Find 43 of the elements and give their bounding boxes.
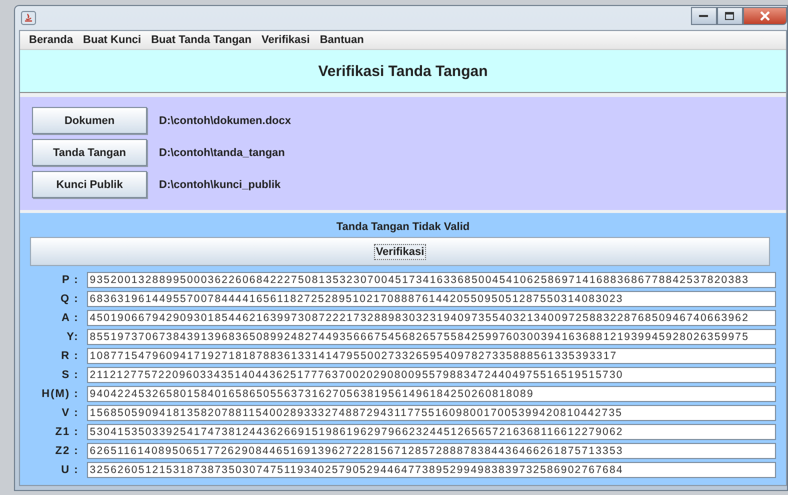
value-field[interactable]: 53041535033925417473812443626691519861962979662324451265657216368116612279062 [86,424,776,440]
verify-button[interactable]: Verifikasi [30,237,770,266]
value-field[interactable]: 85519737067384391396836508992482744935666754568265755842599760300394163688121939945928026359975 [86,329,776,345]
menu-item[interactable]: Verifikasi [256,34,315,46]
field-label: V : [60,407,80,419]
panel-heading: Verifikasi Tanda Tangan [20,50,786,93]
field-label: P : [60,274,80,286]
status-label: Tanda Tangan Tidak Valid [336,221,470,233]
field-label: U : [60,464,80,476]
field-label: Z1 : [54,426,80,438]
field-label: R : [60,350,80,362]
file-path: D:\contoh\dokumen.docx [159,114,291,126]
maximize-icon [725,12,735,20]
browse-button[interactable]: Tanda Tangan [32,139,147,166]
close-button[interactable] [743,7,787,25]
menu-item[interactable]: Bantuan [314,34,369,46]
value-field[interactable]: 1087715479609417192718187883613314147955002733265954097827335888561335393317 [86,348,776,364]
maximize-button[interactable] [717,7,743,25]
app-icon [21,11,36,25]
field-label: Q : [60,293,80,305]
close-icon [759,11,771,21]
browse-button[interactable]: Kunci Publik [32,171,147,198]
value-field[interactable]: 9404224532658015840165865055637316270563819561496184250260818089 [86,386,776,402]
menu-item[interactable]: Beranda [24,34,78,46]
field-label: H(M) : [40,388,80,400]
value-field[interactable]: 21121277572209603343514044362517776370020290800955798834724404975516519515730 [86,367,776,383]
menu-item[interactable]: Buat Kunci [78,34,146,46]
file-path: D:\contoh\tanda_tangan [159,146,285,158]
field-label: S : [60,369,80,381]
value-field[interactable]: 45019066794290930185446216399730872221732889830323194097355403213400972588322876850946740663962 [86,310,776,326]
field-label: Y: [66,331,80,343]
menu-item[interactable]: Buat Tanda Tangan [146,34,257,46]
field-label: A : [60,312,80,324]
value-field[interactable]: 32562605121531873873503074751193402579052944647738952994983839732586902767684 [86,462,776,478]
value-field[interactable]: 93520013288995000362260684222750813532307004517341633685004541062586971416883686778842537820383 [86,272,776,288]
file-path: D:\contoh\kunci_publik [159,178,281,190]
value-field[interactable]: 62651161408950651772629084465169139627228156712857288878384436466261875713353 [86,443,776,459]
value-field[interactable]: 15685059094181358207881154002893332748872943117755160980017005399420810442735 [86,405,776,421]
value-field[interactable]: 68363196144955700784444165611827252895102170888761442055095051287550314083023 [86,291,776,307]
browse-button[interactable]: Dokumen [32,107,147,134]
minimize-button[interactable] [691,7,717,25]
minimize-icon [699,14,709,18]
field-label: Z2 : [54,445,80,457]
